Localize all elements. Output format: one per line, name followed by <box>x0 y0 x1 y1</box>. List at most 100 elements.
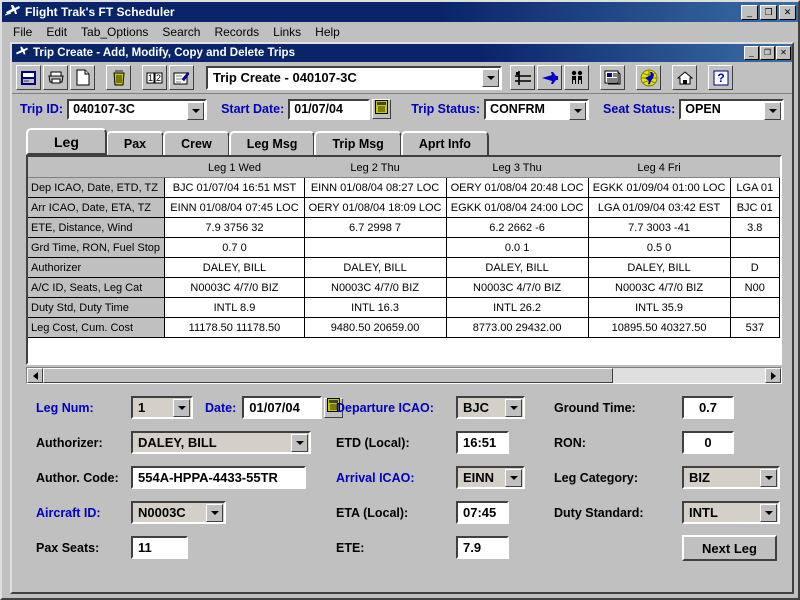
trip-selector-dropdown-button[interactable] <box>482 68 499 87</box>
grid-cell[interactable]: N0003C 4/7/0 BIZ <box>587 277 731 298</box>
grid-cell[interactable]: BJC 01 <box>729 197 780 218</box>
grid-cell[interactable]: EGKK 01/08/04 24:00 LOC <box>445 197 589 218</box>
grid-cell[interactable]: EGKK 01/09/04 01:00 LOC <box>587 177 731 198</box>
grid-cell[interactable]: DALEY, BILL <box>587 257 731 278</box>
tab-leg-msg[interactable]: Leg Msg <box>228 131 316 155</box>
help-button[interactable]: ? <box>708 65 733 90</box>
grid-cell[interactable]: 0.0 1 <box>445 237 589 258</box>
grid-cell[interactable]: 0.7 0 <box>164 237 305 258</box>
next-leg-button[interactable]: Next Leg <box>682 535 777 561</box>
leg-date-input[interactable]: 01/07/04 <box>242 396 323 419</box>
eta-input[interactable]: 07:45 <box>456 501 509 524</box>
grid-col-header[interactable]: Leg 2 Thu <box>303 157 447 178</box>
departure-icao-dropdown-button[interactable] <box>505 399 522 417</box>
grid-cell[interactable]: N00 <box>729 277 780 298</box>
grid-col-header[interactable]: Leg 1 Wed <box>164 157 305 178</box>
leg-category-combo[interactable]: BIZ <box>682 466 780 489</box>
grid-cell[interactable]: DALEY, BILL <box>445 257 589 278</box>
duty-standard-combo[interactable]: INTL <box>682 501 780 524</box>
menu-item-help[interactable]: Help <box>308 23 347 41</box>
aircraft-button[interactable] <box>537 65 562 90</box>
grid-cell[interactable]: DALEY, BILL <box>164 257 305 278</box>
scroll-left-button[interactable] <box>27 368 43 383</box>
etd-input[interactable]: 16:51 <box>456 431 509 454</box>
report-button[interactable] <box>600 65 625 90</box>
arrival-icao-combo[interactable]: EINN <box>456 466 525 489</box>
grid-cell[interactable]: EINN 01/08/04 07:45 LOC <box>164 197 305 218</box>
home-button[interactable] <box>672 65 697 90</box>
grid-cell[interactable] <box>303 237 447 258</box>
grid-cell[interactable]: LGA 01/09/04 03:42 EST <box>587 197 731 218</box>
menu-item-links[interactable]: Links <box>266 23 308 41</box>
grid-cell[interactable]: INTL 16.3 <box>303 297 447 318</box>
grid-cell[interactable]: INTL 35.9 <box>587 297 731 318</box>
trip-minimize-icon[interactable]: _ <box>744 46 759 60</box>
grid-cell[interactable]: LGA 01 <box>729 177 780 198</box>
save-button[interactable] <box>16 65 41 90</box>
grid-cell[interactable]: 0.5 0 <box>587 237 731 258</box>
scrollbar-track[interactable] <box>43 368 765 383</box>
start-date-input[interactable]: 01/07/04 <box>288 98 371 120</box>
grid-cell[interactable]: OERY 01/08/04 18:09 LOC <box>303 197 447 218</box>
grid-cell[interactable] <box>729 237 780 258</box>
print-button[interactable] <box>43 65 68 90</box>
menu-item-search[interactable]: Search <box>155 23 207 41</box>
trip-id-combo[interactable]: 040107-3C <box>67 98 208 120</box>
grid-cell[interactable]: N0003C 4/7/0 BIZ <box>164 277 305 298</box>
new-document-button[interactable] <box>70 65 95 90</box>
menu-item-records[interactable]: Records <box>207 23 266 41</box>
ground-time-input[interactable]: 0.7 <box>682 396 734 419</box>
grid-cell[interactable]: BJC 01/07/04 16:51 MST <box>164 177 305 198</box>
grid-cell[interactable]: 11178.50 11178.50 <box>164 317 305 338</box>
start-date-calendar-button[interactable] <box>372 99 392 119</box>
grid-cell[interactable]: DALEY, BILL <box>303 257 447 278</box>
grid-cell[interactable]: INTL 26.2 <box>445 297 589 318</box>
leg-num-dropdown-button[interactable] <box>173 399 190 417</box>
tab-aprt-info[interactable]: Aprt Info <box>400 131 489 155</box>
leg-category-dropdown-button[interactable] <box>760 469 777 487</box>
numbering-button[interactable]: 1 2 <box>142 65 167 90</box>
grid-cell[interactable]: 8773.00 29432.00 <box>445 317 589 338</box>
author-code-input[interactable]: 554A-HPPA-4433-55TR <box>131 466 306 489</box>
departure-icao-combo[interactable]: BJC <box>456 396 525 419</box>
grid-cell[interactable]: N0003C 4/7/0 BIZ <box>445 277 589 298</box>
grid-col-header[interactable]: Leg 3 Thu <box>445 157 589 178</box>
tab-pax[interactable]: Pax <box>105 131 165 155</box>
trip-status-combo[interactable]: CONFRM <box>484 98 590 120</box>
grid-cell[interactable]: 7.9 3756 32 <box>164 217 305 238</box>
grid-cell[interactable]: 10895.50 40327.50 <box>587 317 731 338</box>
tab-crew[interactable]: Crew <box>163 131 230 155</box>
seat-status-combo[interactable]: OPEN <box>679 98 785 120</box>
trip-close-icon[interactable]: ✕ <box>776 46 791 60</box>
grid-cell[interactable] <box>729 297 780 318</box>
runway-button[interactable] <box>510 65 535 90</box>
grid-cell[interactable]: 9480.50 20659.00 <box>303 317 447 338</box>
grid-col-header[interactable]: Leg 4 Fri <box>587 157 731 178</box>
trip-selector-combo[interactable]: Trip Create - 040107-3C <box>206 65 502 90</box>
grid-cell[interactable]: 6.7 2998 7 <box>303 217 447 238</box>
maximize-icon[interactable]: ❐ <box>760 4 777 20</box>
leg-grid[interactable]: Leg 1 Wed Leg 2 Thu Leg 3 Thu Leg 4 Fri … <box>26 155 782 365</box>
grid-cell[interactable]: 6.2 2662 -6 <box>445 217 589 238</box>
arrival-icao-dropdown-button[interactable] <box>505 469 522 487</box>
close-icon[interactable]: ✕ <box>779 4 796 20</box>
grid-cell[interactable]: 3.8 <box>729 217 780 238</box>
delete-button[interactable] <box>106 65 131 90</box>
authorizer-combo[interactable]: DALEY, BILL <box>131 431 311 454</box>
ete-input[interactable]: 7.9 <box>456 536 509 559</box>
trip-status-dropdown-button[interactable] <box>569 101 587 120</box>
grid-horizontal-scrollbar[interactable] <box>26 367 782 384</box>
crew-button[interactable] <box>564 65 589 90</box>
grid-cell[interactable]: EINN 01/08/04 08:27 LOC <box>303 177 447 198</box>
tab-leg[interactable]: Leg <box>26 128 107 155</box>
menu-item-file[interactable]: File <box>6 23 39 41</box>
trip-maximize-icon[interactable]: ❐ <box>760 46 775 60</box>
authorizer-dropdown-button[interactable] <box>291 434 308 452</box>
menu-item-edit[interactable]: Edit <box>39 23 74 41</box>
grid-cell[interactable]: INTL 8.9 <box>164 297 305 318</box>
minimize-icon[interactable]: _ <box>741 4 758 20</box>
aircraft-id-dropdown-button[interactable] <box>206 504 223 522</box>
grid-cell[interactable]: 537 <box>729 317 780 338</box>
menu-item-tab-options[interactable]: Tab_Options <box>74 23 155 41</box>
grid-cell[interactable]: OERY 01/08/04 20:48 LOC <box>445 177 589 198</box>
